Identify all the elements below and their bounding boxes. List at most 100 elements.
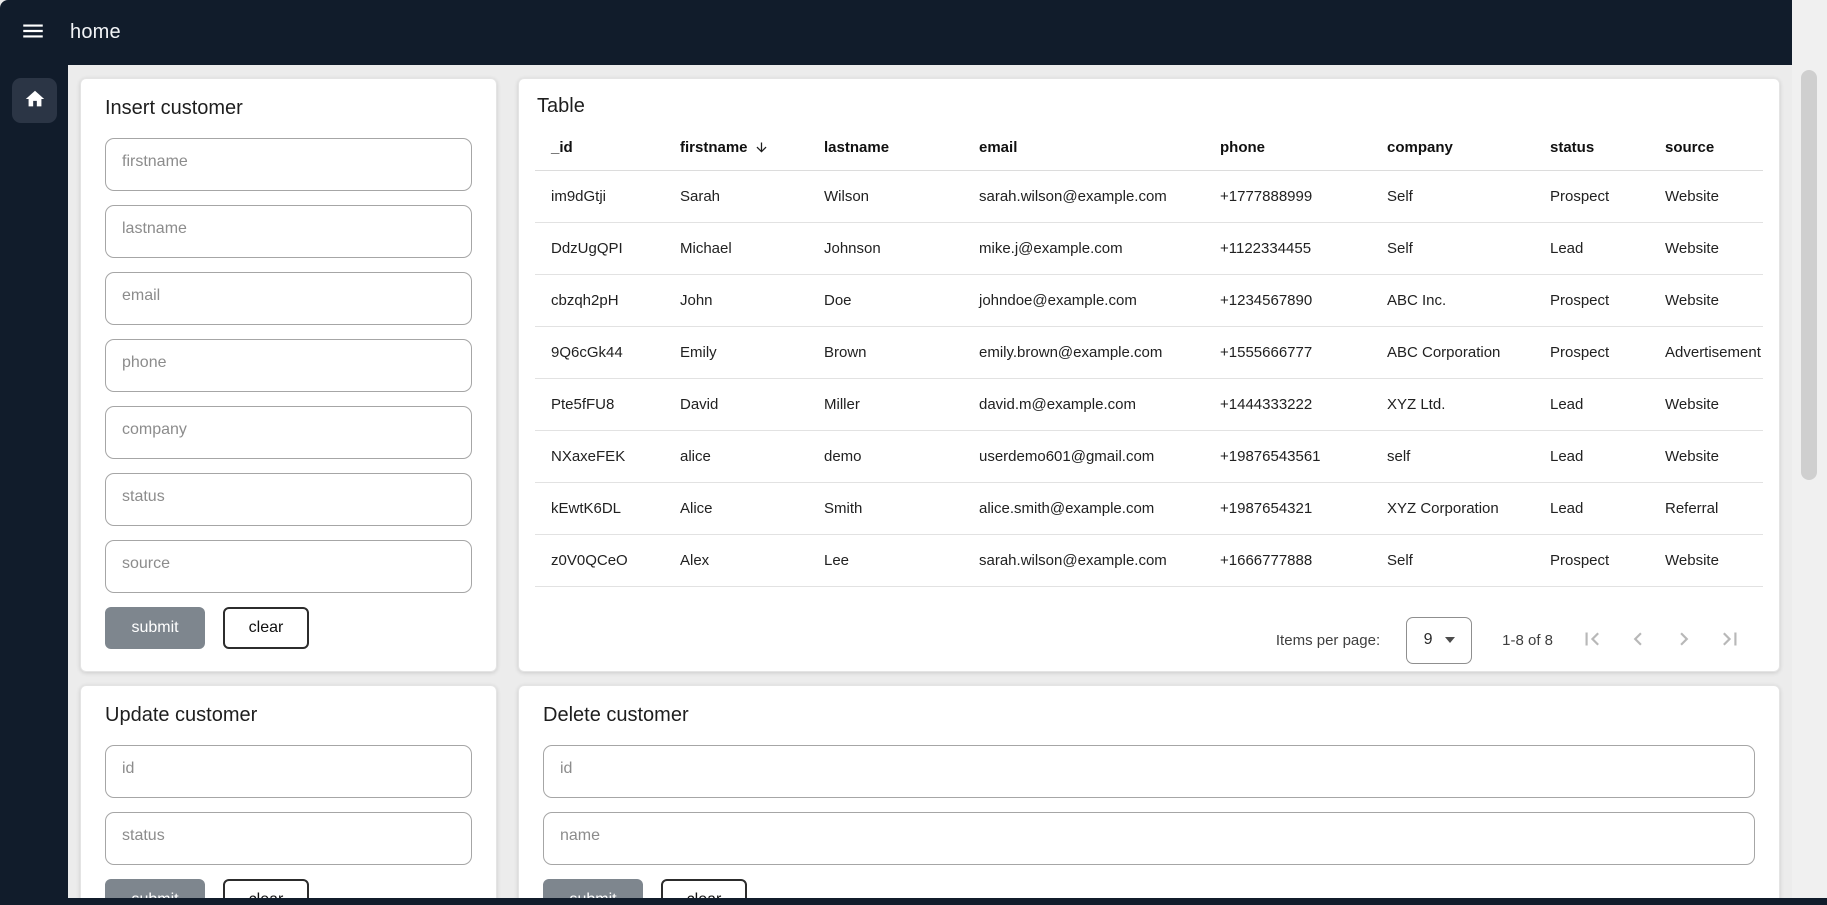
cell-source: Website <box>1649 188 1763 205</box>
menu-button[interactable] <box>10 10 56 56</box>
sidebar <box>0 65 68 898</box>
insert-buttons: submit clear <box>105 607 472 649</box>
cell-source: Advertisement <box>1649 344 1763 361</box>
column-header-id[interactable]: _id <box>535 139 664 156</box>
items-per-page-value: 9 <box>1424 631 1433 649</box>
cell-status: Lead <box>1534 240 1649 257</box>
cell-status: Lead <box>1534 500 1649 517</box>
cell-source: Website <box>1649 552 1763 569</box>
last-page-button[interactable] <box>1707 617 1753 663</box>
cell-phone: +1234567890 <box>1204 292 1371 309</box>
delete-name-input[interactable] <box>543 812 1755 865</box>
cell-email: userdemo601@gmail.com <box>963 448 1204 465</box>
column-header-company[interactable]: company <box>1371 139 1534 156</box>
table-row: NXaxeFEKalicedemouserdemo601@gmail.com+1… <box>535 431 1763 483</box>
cell-source: Website <box>1649 240 1763 257</box>
cell-company: Self <box>1371 552 1534 569</box>
update-id-input[interactable] <box>105 745 472 798</box>
table-row: cbzqh2pHJohnDoejohndoe@example.com+12345… <box>535 275 1763 327</box>
chevron-down-icon <box>1445 637 1455 643</box>
column-header-phone[interactable]: phone <box>1204 139 1371 156</box>
cell-firstname: Michael <box>664 240 808 257</box>
update-customer-title: Update customer <box>105 704 472 727</box>
cell-id: Pte5fFU8 <box>535 396 664 413</box>
cell-company: self <box>1371 448 1534 465</box>
cell-company: Self <box>1371 240 1534 257</box>
cell-lastname: Lee <box>808 552 963 569</box>
cell-email: david.m@example.com <box>963 396 1204 413</box>
column-header-label: _id <box>551 139 573 156</box>
cell-id: 9Q6cGk44 <box>535 344 664 361</box>
cell-phone: +1555666777 <box>1204 344 1371 361</box>
lastname-input[interactable] <box>105 205 472 258</box>
cell-firstname: Alice <box>664 500 808 517</box>
column-header-label: email <box>979 139 1017 156</box>
table-row: DdzUgQPIMichaelJohnsonmike.j@example.com… <box>535 223 1763 275</box>
cell-lastname: Brown <box>808 344 963 361</box>
cell-company: XYZ Ltd. <box>1371 396 1534 413</box>
cell-firstname: alice <box>664 448 808 465</box>
insert-customer-title: Insert customer <box>105 97 472 120</box>
cell-source: Referral <box>1649 500 1763 517</box>
page-title: home <box>70 21 121 44</box>
vertical-scrollbar[interactable] <box>1792 0 1827 905</box>
cell-id: NXaxeFEK <box>535 448 664 465</box>
items-per-page-select[interactable]: 9 <box>1406 617 1472 664</box>
sidebar-item-home[interactable] <box>12 78 57 123</box>
delete-id-input[interactable] <box>543 745 1755 798</box>
next-page-icon <box>1671 626 1697 655</box>
cell-status: Prospect <box>1534 188 1649 205</box>
status-input[interactable] <box>105 473 472 526</box>
menu-icon <box>20 18 46 47</box>
scrollbar-thumb[interactable] <box>1801 70 1817 480</box>
firstname-input[interactable] <box>105 138 472 191</box>
email-input[interactable] <box>105 272 472 325</box>
cell-firstname: Alex <box>664 552 808 569</box>
cell-firstname: John <box>664 292 808 309</box>
column-header-label: company <box>1387 139 1453 156</box>
cell-phone: +1777888999 <box>1204 188 1371 205</box>
column-header-email[interactable]: email <box>963 139 1204 156</box>
cell-lastname: Wilson <box>808 188 963 205</box>
column-header-firstname[interactable]: firstname <box>664 139 808 156</box>
cell-email: emily.brown@example.com <box>963 344 1204 361</box>
phone-input[interactable] <box>105 339 472 392</box>
cell-lastname: Johnson <box>808 240 963 257</box>
cell-email: mike.j@example.com <box>963 240 1204 257</box>
table-row: im9dGtjiSarahWilsonsarah.wilson@example.… <box>535 171 1763 223</box>
cell-id: z0V0QCeO <box>535 552 664 569</box>
column-header-label: lastname <box>824 139 889 156</box>
first-page-icon <box>1579 626 1605 655</box>
cell-status: Prospect <box>1534 552 1649 569</box>
column-header-lastname[interactable]: lastname <box>808 139 963 156</box>
source-input[interactable] <box>105 540 472 593</box>
last-page-icon <box>1717 626 1743 655</box>
cell-id: kEwtK6DL <box>535 500 664 517</box>
window-bottom-edge <box>0 898 1827 905</box>
cell-company: Self <box>1371 188 1534 205</box>
table-row: Pte5fFU8DavidMillerdavid.m@example.com+1… <box>535 379 1763 431</box>
previous-page-button[interactable] <box>1615 617 1661 663</box>
delete-customer-title: Delete customer <box>543 704 1755 727</box>
update-customer-card: Update customer submit clear <box>80 685 497 905</box>
cell-status: Prospect <box>1534 344 1649 361</box>
cell-phone: +1444333222 <box>1204 396 1371 413</box>
cell-source: Website <box>1649 292 1763 309</box>
items-per-page-label: Items per page: <box>1276 632 1380 649</box>
cell-lastname: demo <box>808 448 963 465</box>
column-header-source[interactable]: source <box>1649 139 1763 156</box>
next-page-button[interactable] <box>1661 617 1707 663</box>
paginator: Items per page: 9 1-8 of 8 <box>519 609 1779 671</box>
insert-submit-button[interactable]: submit <box>105 607 205 649</box>
company-input[interactable] <box>105 406 472 459</box>
cell-lastname: Smith <box>808 500 963 517</box>
column-header-status[interactable]: status <box>1534 139 1649 156</box>
home-icon <box>24 88 46 113</box>
update-status-input[interactable] <box>105 812 472 865</box>
column-header-label: status <box>1550 139 1594 156</box>
paginator-nav <box>1569 617 1753 663</box>
first-page-button[interactable] <box>1569 617 1615 663</box>
insert-clear-button[interactable]: clear <box>223 607 309 649</box>
cell-company: ABC Corporation <box>1371 344 1534 361</box>
app-window: home Insert customer submit clear <box>0 0 1827 905</box>
